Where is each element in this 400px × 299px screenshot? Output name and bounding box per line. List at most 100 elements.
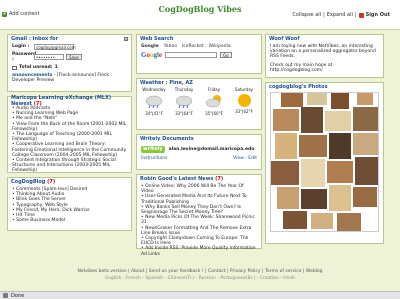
item-count: (7) <box>215 175 224 182</box>
writely-logo: writely <box>141 146 165 154</box>
view-edit-link[interactable]: View - Edit <box>233 156 257 161</box>
list-item[interactable]: View From the Back of the Room (2001-200… <box>12 122 127 132</box>
list-item[interactable]: New Media Picks Of The Week: Sharewood P… <box>141 215 257 225</box>
widget-header[interactable]: Robin Good's Latest News (7) <box>137 175 261 182</box>
maricopa-widget: Maricopa Learning eXchange (MLX) Newest … <box>7 94 132 174</box>
weather-widget: Weather : Pine, AZ Wednesday 34°|41°F Th… <box>136 78 262 130</box>
day-name: Saturday <box>234 87 254 92</box>
save-button[interactable]: Save <box>66 54 82 61</box>
day-name: Friday <box>207 87 221 92</box>
list-item[interactable]: Cooperative Learning and Brain Theory: F… <box>12 142 127 158</box>
search-title: Web Search <box>140 35 174 42</box>
expand-all-link[interactable]: Expand all <box>327 12 353 18</box>
widget-header[interactable]: Maricopa Learning eXchange (MLX) Newest … <box>8 94 131 107</box>
temps: 35°|60°F <box>205 111 223 116</box>
writely-title: Writely Documents <box>140 135 194 142</box>
list-item[interactable]: Ads Inside RSS: Provide More Quality Inf… <box>141 246 257 256</box>
day-name: Wednesday <box>142 87 166 92</box>
list-item[interactable]: Online Video: Why 2006 Will Be The Year … <box>141 184 257 194</box>
gmail-widget: Gmail : Inbox for x Login : cogdog@gmail… <box>7 34 132 92</box>
widget-header[interactable]: Gmail : Inbox for x <box>8 35 131 42</box>
google-logo: Google <box>141 50 163 59</box>
tab-google[interactable]: Google <box>141 44 159 49</box>
widget-header[interactable]: Writely Documents <box>137 135 261 142</box>
top-links: Collapse all | Expand all | Sign Out <box>292 12 390 18</box>
widget-header[interactable]: cogdogblog's Photos <box>266 83 383 90</box>
unread-label: Total unread: <box>19 65 53 71</box>
photos-title: cogdogblog's Photos <box>269 83 328 90</box>
password-label: Password : <box>12 52 37 63</box>
top-bar: + Add content CogDogBlog Vibes Collapse … <box>0 0 400 30</box>
photo-image <box>271 93 378 231</box>
cogdog-title: CogDogBlog <box>11 178 46 185</box>
list-item[interactable]: User-Generated Media And Its Future Next… <box>141 194 257 204</box>
separator: | <box>323 12 325 18</box>
status-bar: Done <box>0 291 400 299</box>
weather-day: Saturday 33°|62°F <box>230 87 258 116</box>
login-label: Login : <box>12 44 30 50</box>
status-text: Done <box>11 292 25 299</box>
maricopa-title: Maricopa Learning eXchange (MLX) Newest <box>11 94 112 107</box>
temps: 34°|41°F <box>145 111 163 116</box>
unread-count: 1 <box>54 65 58 71</box>
list-item[interactable]: The Language of Teaching (2000-2001 MIL … <box>12 132 127 142</box>
sign-out-link[interactable]: Sign Out <box>366 12 390 18</box>
footer-links[interactable]: Netvibes beta version | About | Send us … <box>0 268 400 275</box>
partly-cloudy-icon <box>205 95 221 108</box>
list-item[interactable]: Why Banks Sell Money They Don't Own? Is … <box>141 205 257 215</box>
password-field[interactable]: •••••••• <box>34 54 64 61</box>
woof-widget: Woof Woof I am toying now with NetVibes,… <box>265 34 384 78</box>
tab-icerocket[interactable]: IceRocket <box>182 44 204 49</box>
search-input[interactable] <box>165 52 218 59</box>
list-item[interactable]: Some Business Model <box>12 218 127 223</box>
robin-good-widget: Robin Good's Latest News (7) Online Vide… <box>136 174 262 257</box>
woof-title: Woof Woof <box>269 35 300 42</box>
day-name: Thursday <box>174 87 194 92</box>
list-item[interactable]: Content Integration through Strategic So… <box>12 158 127 174</box>
instructions-link[interactable]: Instructions <box>141 156 167 161</box>
collapse-all-link[interactable]: Collapse all <box>292 12 321 18</box>
sign-out-icon <box>358 12 364 18</box>
search-tabs: Google Yahoo IceRocket Wikipedia <box>141 44 257 49</box>
woof-link[interactable]: Check out my main hope at http://cogdogb… <box>270 63 379 73</box>
cloud-icon <box>145 95 163 109</box>
go-button[interactable]: Go <box>220 52 232 59</box>
footer: Netvibes beta version | About | Send us … <box>0 268 400 282</box>
separator: | <box>354 12 357 18</box>
column-right: Woof Woof I am toying now with NetVibes,… <box>265 34 384 248</box>
weather-title: Weather : Pine, AZ <box>140 79 193 86</box>
close-icon[interactable]: x <box>124 36 128 41</box>
tab-wikipedia[interactable]: Wikipedia <box>209 44 231 49</box>
photos-widget: cogdogblog's Photos <box>265 82 384 244</box>
weather-day: Friday 35°|60°F <box>200 87 228 116</box>
widget-header[interactable]: Woof Woof <box>266 35 383 42</box>
writely-widget: Writely Documents writely alan.levine@do… <box>136 134 262 170</box>
widget-header[interactable]: CogDogBlog (7) <box>8 178 131 185</box>
account-email: alan.levine@domail.maricopa.edu <box>168 147 255 152</box>
widget-header[interactable]: Weather : Pine, AZ <box>137 79 261 86</box>
footer-languages[interactable]: English - French - Spanish - Chinese(Tr.… <box>0 275 400 282</box>
column-middle: Web Search Google Yahoo IceRocket Wikipe… <box>136 34 262 257</box>
sun-icon <box>237 94 251 107</box>
temps: 33°|64°F <box>175 111 193 116</box>
cogdogblog-widget: CogDogBlog (7) Comments [Spam-less] Desi… <box>7 177 132 231</box>
list-item[interactable]: NewsGroker Formatting And The Remove Ext… <box>141 226 257 236</box>
photo-mosaic[interactable] <box>270 92 379 232</box>
web-search-widget: Web Search Google Yahoo IceRocket Wikipe… <box>136 34 262 74</box>
mail-icon <box>12 66 17 70</box>
login-field[interactable]: cogdog@gmail.com <box>34 44 76 50</box>
tab-yahoo[interactable]: Yahoo <box>164 44 177 49</box>
list-item[interactable]: Copyright Clampdown Coming To Europe: Th… <box>141 236 257 246</box>
cloud-icon <box>175 95 193 109</box>
gmail-title: Gmail : Inbox for <box>11 35 59 42</box>
status-icon <box>3 293 8 298</box>
weather-day: Wednesday 34°|41°F <box>140 87 168 116</box>
temps: 33°|62°F <box>235 109 253 114</box>
column-left: Gmail : Inbox for x Login : cogdog@gmail… <box>7 34 132 235</box>
widget-header[interactable]: Web Search <box>137 35 261 42</box>
announcement-item[interactable]: announcements - [Flock-announce] Flock D… <box>12 73 127 83</box>
item-count: (7) <box>47 178 56 185</box>
woof-text: I am toying now with NetVibes, an intere… <box>270 44 376 60</box>
weather-day: Thursday 33°|64°F <box>170 87 198 116</box>
robin-title: Robin Good's Latest News <box>140 175 214 182</box>
